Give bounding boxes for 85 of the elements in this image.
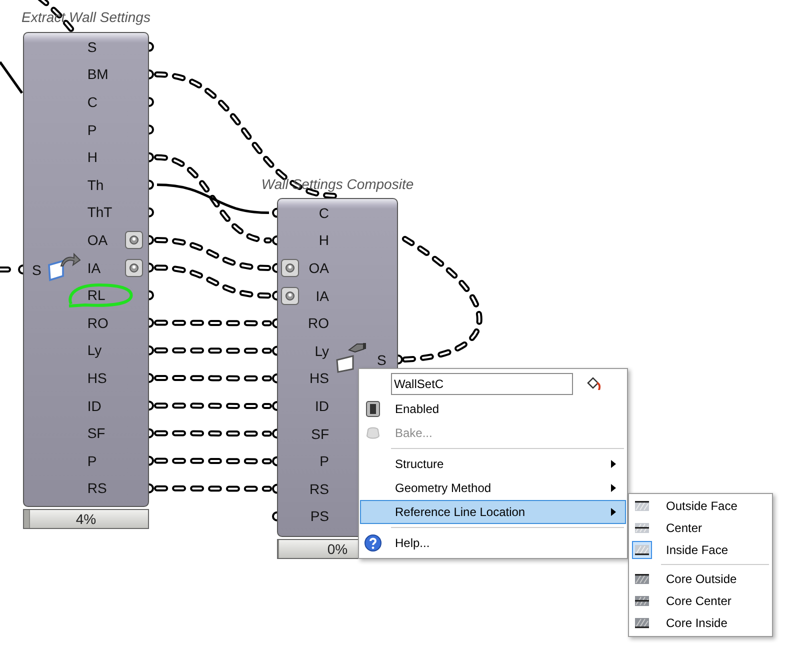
menu-item[interactable]: Core Inside	[630, 612, 771, 634]
port-connector[interactable]	[272, 346, 278, 356]
parameter-label[interactable]: OA	[87, 232, 108, 248]
menu-item[interactable]: Reference Line Location	[360, 500, 626, 524]
parameter-label[interactable]: PS	[310, 508, 329, 524]
parameter-label[interactable]: S	[87, 38, 97, 55]
parameter-label[interactable]: P	[87, 452, 97, 469]
port-connector[interactable]	[148, 428, 154, 438]
port-connector[interactable]	[18, 264, 24, 274]
port-connector[interactable]	[148, 152, 154, 162]
port-connector[interactable]	[272, 263, 278, 273]
parameter-label[interactable]: RL	[87, 287, 106, 304]
port-connector[interactable]	[272, 511, 278, 522]
port-connector[interactable]	[272, 401, 278, 411]
component-title: Extract Wall Settings	[22, 9, 150, 25]
port-connector[interactable]	[148, 483, 154, 494]
port-connector[interactable]	[148, 97, 154, 107]
port-connector[interactable]	[272, 428, 278, 439]
paint-bucket-icon[interactable]	[585, 376, 603, 392]
parameter-label[interactable]: H	[87, 149, 98, 166]
port-connector[interactable]	[148, 345, 154, 356]
port-connector[interactable]	[272, 484, 278, 494]
parameter-label[interactable]: IA	[87, 260, 101, 276]
toggle-icon[interactable]	[125, 258, 143, 277]
parameter-label[interactable]: SF	[311, 426, 329, 442]
port-connector[interactable]	[148, 318, 154, 328]
parameter-label[interactable]: ThT	[87, 204, 112, 220]
port-connector[interactable]	[148, 235, 154, 245]
menu-item[interactable]: Core Center	[630, 590, 771, 612]
wire	[0, 61, 24, 94]
parameter-label[interactable]: OA	[308, 260, 329, 276]
menu-item[interactable]: Center	[630, 517, 771, 539]
port-connector[interactable]	[272, 373, 278, 384]
parameter-label[interactable]: ID	[315, 398, 329, 414]
port-connector[interactable]	[272, 318, 278, 328]
port-connector[interactable]	[272, 290, 278, 301]
parameter-label[interactable]: S	[32, 262, 42, 278]
parameter-label[interactable]: HS	[310, 370, 329, 386]
help-icon	[364, 534, 382, 552]
parameter-label[interactable]: RO	[308, 315, 329, 332]
parameter-label[interactable]: RO	[87, 314, 108, 331]
parameter-label[interactable]: IA	[316, 288, 329, 304]
port-connector[interactable]	[272, 456, 278, 466]
port-connector[interactable]	[148, 456, 154, 466]
parameter-label[interactable]: C	[87, 94, 98, 110]
parameter-label[interactable]: Ly	[314, 342, 329, 359]
port-connector[interactable]	[148, 124, 154, 135]
toggle-icon[interactable]	[125, 230, 143, 249]
toggle-icon[interactable]	[281, 258, 299, 277]
component-icon	[47, 252, 82, 282]
switch-icon	[366, 401, 380, 417]
port-connector[interactable]	[148, 262, 154, 273]
menu-item[interactable]: Core Outside	[630, 568, 771, 590]
port-connector[interactable]	[148, 180, 154, 190]
menu-item[interactable]: Inside Face	[630, 539, 771, 561]
parameter-label[interactable]: P	[87, 122, 97, 138]
parameter-label[interactable]: RS	[87, 480, 107, 496]
submenu-arrow-icon	[611, 484, 616, 492]
submenu-arrow-icon	[611, 508, 616, 516]
parameter-label[interactable]: SF	[87, 425, 106, 442]
port-connector[interactable]	[148, 400, 154, 411]
progress-bar: 4%	[23, 509, 149, 529]
port-connector[interactable]	[148, 207, 154, 218]
parameter-label[interactable]: H	[318, 232, 329, 248]
parameter-label[interactable]: RS	[310, 480, 329, 497]
port-connector[interactable]	[397, 354, 403, 364]
parameter-label[interactable]: ID	[87, 398, 102, 414]
parameter-label[interactable]: C	[318, 204, 329, 221]
parameter-label[interactable]: HS	[87, 370, 107, 386]
parameter-label[interactable]: S	[377, 352, 386, 368]
port-connector[interactable]	[272, 208, 278, 218]
port-connector[interactable]	[148, 373, 154, 383]
name-field[interactable]: WallSetC	[391, 373, 573, 395]
parameter-label[interactable]: Ly	[87, 342, 102, 358]
port-connector[interactable]	[148, 290, 154, 300]
submenu-arrow-icon	[611, 460, 616, 468]
parameter-label[interactable]: BM	[87, 66, 108, 82]
toggle-icon[interactable]	[281, 286, 299, 305]
menu-item[interactable]: Outside Face	[630, 495, 771, 517]
port-connector[interactable]	[148, 42, 154, 52]
port-connector[interactable]	[148, 69, 154, 80]
parameter-label[interactable]: Th	[87, 176, 104, 193]
port-connector[interactable]	[272, 235, 278, 246]
component-body[interactable]: S S BM C P H Th ThT OA IA RL RO Ly HS ID SF P RS	[23, 32, 149, 507]
parameter-label[interactable]: P	[320, 453, 329, 470]
